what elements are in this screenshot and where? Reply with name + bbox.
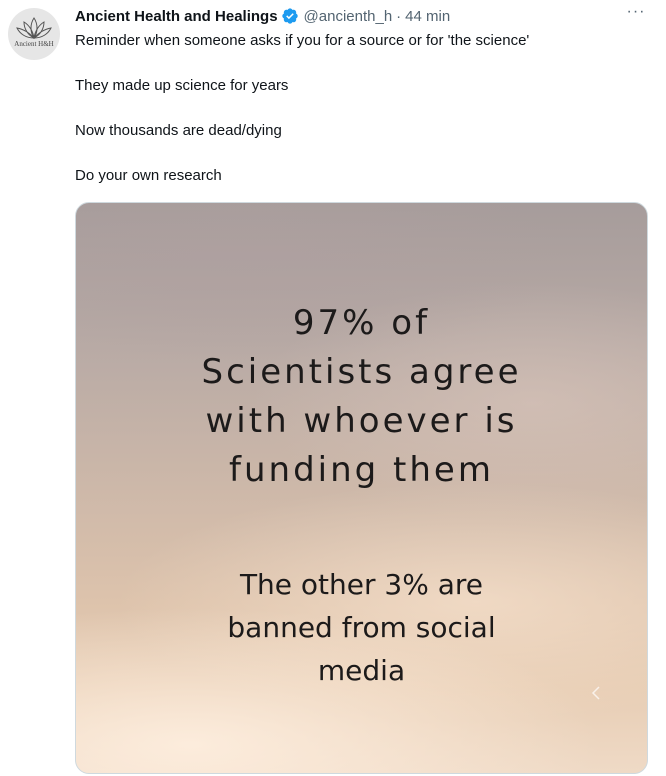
image-headline: 97% of Scientists agree with whoever is … <box>76 299 647 495</box>
chevron-left-icon <box>591 686 600 700</box>
tweet-paragraph: They made up science for years <box>75 77 289 94</box>
lotus-logo-icon <box>16 17 52 39</box>
image-headline-line: with whoever is <box>205 401 518 441</box>
verified-badge-icon[interactable] <box>281 7 299 25</box>
tweet-paragraph: Now thousands are dead/dying <box>75 122 282 139</box>
user-handle[interactable]: @ancienth_h <box>304 8 393 25</box>
image-subtext-line: The other 3% are <box>239 568 484 601</box>
more-options-icon[interactable]: ··· <box>624 4 648 24</box>
image-headline-line: Scientists agree <box>201 352 522 392</box>
tweet-text: Reminder when someone asks if you for a … <box>75 31 650 211</box>
image-subtext: The other 3% are banned from social medi… <box>76 563 647 692</box>
image-subtext-line: media <box>317 654 406 687</box>
tweet-header: Ancient Health and Healings @ancienth_h … <box>75 5 450 27</box>
display-name[interactable]: Ancient Health and Healings <box>75 8 278 25</box>
image-headline-line: 97% of <box>292 303 431 343</box>
tweet-paragraph: Reminder when someone asks if you for a … <box>75 32 530 49</box>
tweet-paragraph: Do your own research <box>75 167 222 184</box>
avatar[interactable]: Ancient H&H <box>8 8 60 60</box>
separator-dot: · <box>396 7 402 25</box>
image-headline-line: funding them <box>229 450 494 490</box>
avatar-text: Ancient H&H <box>14 40 54 48</box>
tweet-media-image[interactable]: 97% of Scientists agree with whoever is … <box>75 202 648 774</box>
image-subtext-line: banned from social <box>227 611 496 644</box>
timestamp[interactable]: 44 min <box>405 8 450 25</box>
tweet[interactable]: Ancient H&H Ancient Health and Healings … <box>0 0 666 776</box>
